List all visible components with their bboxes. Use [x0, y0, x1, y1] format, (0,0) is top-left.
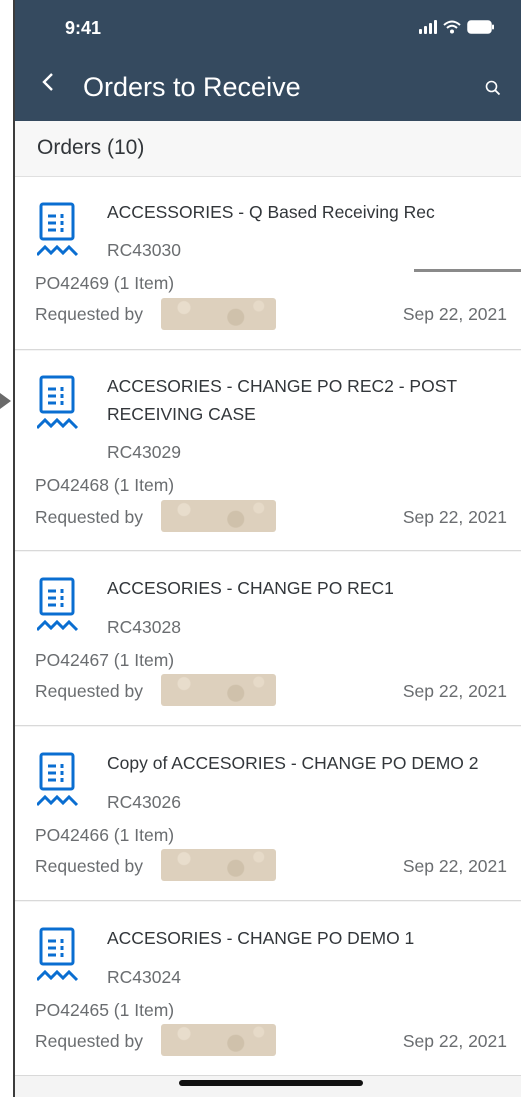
- receipt-icon: [35, 374, 81, 437]
- order-title: ACCESORIES - CHANGE PO DEMO 1: [107, 928, 415, 948]
- requested-by-label: Requested by: [35, 507, 143, 527]
- signal-icon: [419, 20, 437, 34]
- page-title: Orders to Receive: [83, 72, 301, 102]
- app-header: 9:41 Orders to Receive: [15, 0, 523, 121]
- po-number: PO42465 (1 Item): [35, 1000, 175, 1020]
- po-number: PO42466 (1 Item): [35, 825, 175, 845]
- order-list-item[interactable]: ACCESORIES - CHANGE PO REC2 - POST RECEI…: [15, 351, 523, 551]
- status-icons: [419, 20, 495, 34]
- redacted-requester: [161, 849, 276, 881]
- order-code: RC43026: [107, 792, 181, 812]
- po-number: PO42469 (1 Item): [35, 273, 175, 293]
- home-indicator[interactable]: [179, 1080, 363, 1086]
- search-icon[interactable]: [485, 80, 501, 101]
- overlay-strip: [414, 269, 523, 272]
- order-title: ACCESSORIES - Q Based Receiving Rec: [107, 202, 435, 222]
- requested-by-label: Requested by: [35, 1031, 143, 1051]
- receipt-icon: [35, 926, 81, 989]
- order-code: RC43024: [107, 967, 181, 987]
- back-chevron-icon[interactable]: [41, 71, 55, 97]
- orders-count-title: Orders (10): [37, 136, 145, 159]
- order-list-item[interactable]: ACCESORIES - CHANGE PO REC1 RC43028 PO42…: [15, 552, 523, 726]
- wifi-icon: [443, 20, 461, 34]
- status-time: 9:41: [65, 18, 102, 38]
- order-code: RC43030: [107, 240, 181, 260]
- requested-by-label: Requested by: [35, 856, 143, 876]
- receipt-icon: [35, 201, 81, 264]
- requested-by-label: Requested by: [35, 681, 143, 701]
- receipt-icon: [35, 576, 81, 639]
- po-number: PO42467 (1 Item): [35, 650, 175, 670]
- order-date: Sep 22, 2021: [402, 681, 507, 701]
- redacted-requester: [161, 298, 276, 330]
- po-number: PO42468 (1 Item): [35, 475, 175, 495]
- requested-by-label: Requested by: [35, 304, 143, 324]
- receipt-icon: [35, 751, 81, 814]
- redacted-requester: [161, 500, 276, 532]
- battery-icon: [467, 20, 495, 34]
- order-date: Sep 22, 2021: [402, 856, 507, 876]
- pointer-arrow-icon: [0, 393, 11, 409]
- order-title: ACCESORIES - CHANGE PO REC1: [107, 578, 394, 598]
- phone-screen: 9:41 Orders to Receive Orders (10) ACCES…: [15, 0, 523, 1097]
- order-list-item[interactable]: ACCESSORIES - Q Based Receiving Rec RC43…: [15, 177, 523, 350]
- order-date: Sep 22, 2021: [402, 507, 507, 527]
- order-title: Copy of ACCESORIES - CHANGE PO DEMO 2: [107, 753, 479, 773]
- redacted-requester: [161, 1024, 276, 1056]
- order-code: RC43028: [107, 617, 181, 637]
- recording-frame-left: [0, 0, 14, 1097]
- order-title: ACCESORIES - CHANGE PO REC2 - POST RECEI…: [107, 376, 457, 424]
- order-date: Sep 22, 2021: [402, 1031, 507, 1051]
- order-date: Sep 22, 2021: [402, 304, 507, 324]
- order-list-item[interactable]: Copy of ACCESORIES - CHANGE PO DEMO 2 RC…: [15, 727, 523, 901]
- orders-section-header: Orders (10): [15, 121, 523, 177]
- redacted-requester: [161, 674, 276, 706]
- order-list-item[interactable]: ACCESORIES - CHANGE PO DEMO 1 RC43024 PO…: [15, 902, 523, 1076]
- order-code: RC43029: [107, 442, 181, 462]
